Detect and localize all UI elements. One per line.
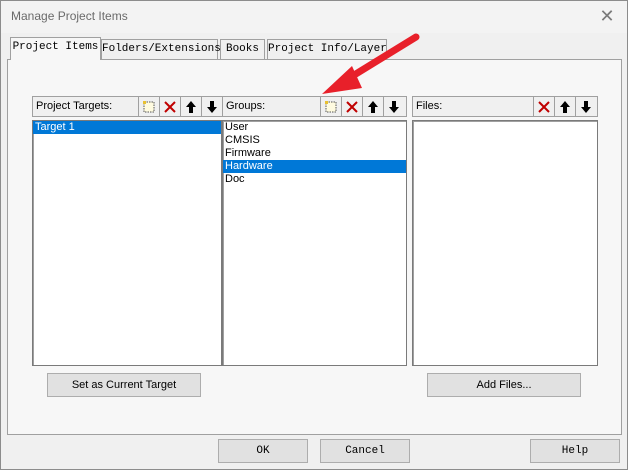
files-label: Files: [416,100,443,112]
help-button[interactable]: Help [530,439,620,463]
move-up-icon [186,100,196,113]
move-file-up-button[interactable] [554,97,575,116]
new-group-button[interactable] [320,97,341,116]
add-files-button[interactable]: Add Files... [427,373,581,397]
move-group-up-button[interactable] [362,97,383,116]
move-target-up-button[interactable] [180,97,201,116]
list-item[interactable]: Hardware [223,160,406,173]
move-down-icon [389,100,399,113]
close-icon[interactable]: ✕ [597,6,617,26]
move-up-icon [368,100,378,113]
new-target-button[interactable] [138,97,159,116]
window-title: Manage Project Items [11,9,128,23]
delete-icon [538,100,550,113]
tab-folders-extensions[interactable]: Folders/Extensions [101,39,221,59]
ok-button[interactable]: OK [218,439,308,463]
targets-header: Project Targets: [32,96,222,117]
new-item-icon [325,100,337,112]
move-down-icon [581,100,591,113]
delete-file-button[interactable] [533,97,554,116]
tab-project-info-layer[interactable]: Project Info/Layer [267,39,387,59]
new-item-icon [143,100,155,112]
groups-header: Groups: [222,96,407,117]
tab-project-items[interactable]: Project Items [10,37,101,60]
move-up-icon [560,100,570,113]
delete-group-button[interactable] [341,97,362,116]
move-down-icon [207,100,217,113]
list-item[interactable]: Doc [223,173,406,186]
set-current-target-button[interactable]: Set as Current Target [47,373,201,397]
project-items-panel: Project Targets: Target 1 Set as Current… [7,59,622,435]
groups-listbox[interactable]: User CMSIS Firmware Hardware Doc [222,120,407,366]
list-item[interactable]: CMSIS [223,134,406,147]
manage-project-items-dialog: Manage Project Items ✕ Project Items Fol… [0,0,628,470]
list-item[interactable]: User [223,121,406,134]
groups-label: Groups: [226,100,266,112]
delete-icon [164,100,176,113]
list-item[interactable]: Target 1 [33,121,221,134]
list-item[interactable]: Firmware [223,147,406,160]
delete-target-button[interactable] [159,97,180,116]
move-file-down-button[interactable] [575,97,596,116]
delete-icon [346,100,358,113]
targets-listbox[interactable]: Target 1 [32,120,222,366]
move-group-down-button[interactable] [383,97,404,116]
cancel-button[interactable]: Cancel [320,439,410,463]
files-listbox[interactable] [412,120,598,366]
tab-books[interactable]: Books [220,39,265,59]
title-bar: Manage Project Items ✕ [1,1,627,33]
move-target-down-button[interactable] [201,97,222,116]
files-header: Files: [412,96,598,117]
targets-label: Project Targets: [36,100,113,112]
